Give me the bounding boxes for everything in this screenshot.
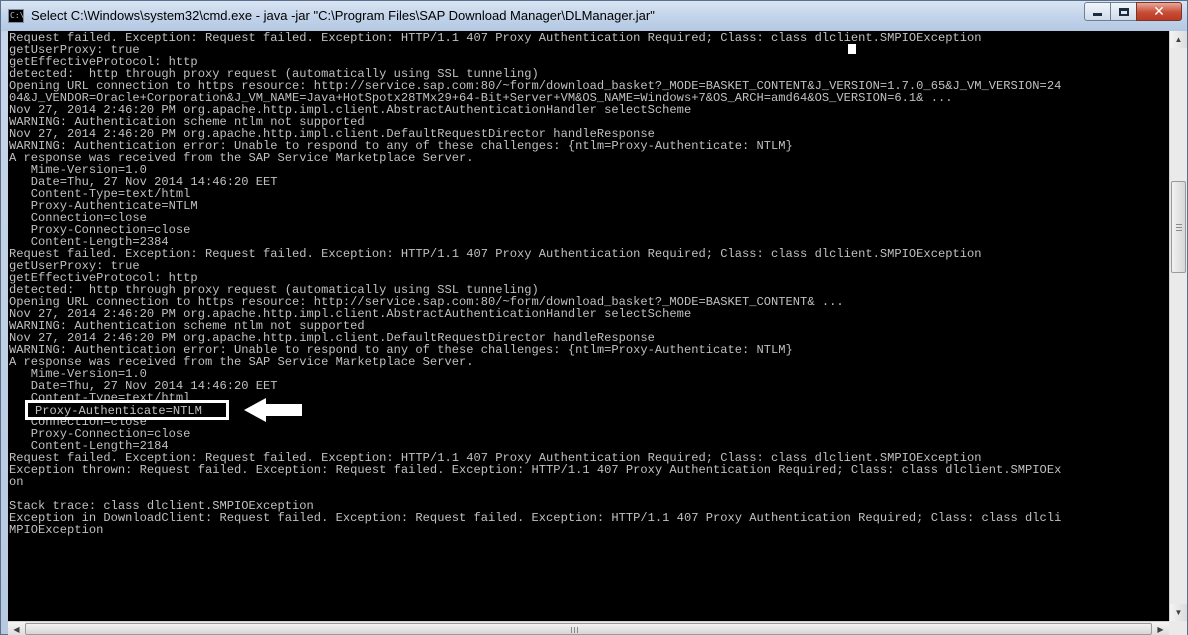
cmd-icon-text: C:\ [10, 11, 25, 20]
left-arrow-icon [244, 398, 302, 422]
maximize-button[interactable] [1110, 2, 1137, 21]
scroll-down-button[interactable]: ▼ [1170, 604, 1187, 621]
close-button[interactable]: ✕ [1136, 2, 1182, 21]
minimize-button[interactable] [1084, 2, 1111, 21]
console-line: Request failed. Exception: Request faile… [9, 31, 982, 45]
console-line: Exception in DownloadClient: Request fai… [9, 511, 1062, 525]
scrollbar-corner [1169, 621, 1187, 635]
thumb-grip [577, 627, 578, 633]
horizontal-scrollbar[interactable]: ◀ ▶ [8, 621, 1169, 635]
cmd-icon[interactable]: C:\ [8, 9, 24, 23]
window-title: Select C:\Windows\system32\cmd.exe - jav… [31, 8, 655, 23]
vertical-scrollbar[interactable]: ▲ ▼ [1169, 31, 1187, 621]
highlight-box: Proxy-Authenticate=NTLM [25, 400, 229, 420]
close-icon: ✕ [1153, 3, 1165, 20]
console-line: on [9, 475, 24, 489]
highlighted-line: Proxy-Authenticate=NTLM [35, 404, 202, 418]
thumb-grip [1176, 227, 1182, 228]
minimize-icon [1093, 13, 1102, 16]
console-line: Exception thrown: Request failed. Except… [9, 463, 1062, 477]
cmd-window: C:\ Select C:\Windows\system32\cmd.exe -… [0, 0, 1188, 635]
thumb-grip [571, 627, 572, 633]
thumb-grip [574, 627, 575, 633]
console-output[interactable]: Request failed. Exception: Request faile… [8, 31, 1169, 621]
console-line: Request failed. Exception: Request faile… [9, 247, 982, 261]
scroll-right-icon: ▶ [1157, 624, 1164, 634]
thumb-grip [1176, 224, 1182, 225]
thumb-grip [1176, 230, 1182, 231]
scroll-right-button[interactable]: ▶ [1152, 622, 1169, 635]
maximize-icon [1118, 7, 1129, 16]
scroll-up-icon: ▲ [1174, 35, 1183, 44]
scroll-left-icon: ◀ [13, 624, 20, 634]
title-bar[interactable]: C:\ Select C:\Windows\system32\cmd.exe -… [1, 1, 1187, 31]
scroll-up-button[interactable]: ▲ [1170, 31, 1187, 48]
text-cursor [848, 44, 856, 54]
vertical-scroll-thumb[interactable] [1171, 181, 1186, 273]
horizontal-scroll-thumb[interactable] [25, 623, 1152, 635]
scroll-down-icon: ▼ [1174, 608, 1183, 617]
console-line: MPIOException [9, 523, 104, 537]
scroll-left-button[interactable]: ◀ [8, 622, 25, 635]
